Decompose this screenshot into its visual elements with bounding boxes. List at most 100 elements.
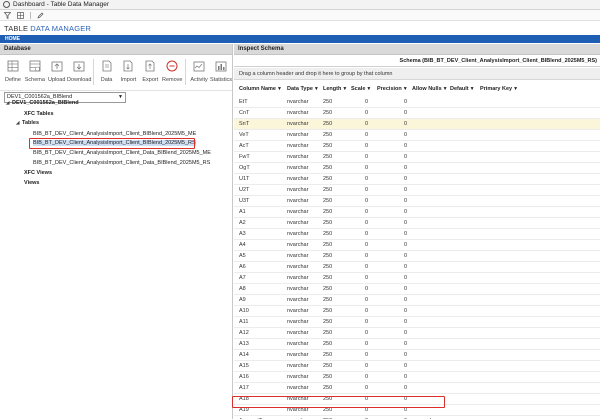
cell-name: A6 — [239, 264, 246, 270]
cell-length: 250 — [323, 286, 333, 292]
group-by-area[interactable]: Drag a column header and drop it here to… — [234, 68, 600, 80]
cell-type: nvarchar — [287, 209, 309, 215]
cell-scale: 0 — [365, 187, 369, 193]
cell-type: nvarchar — [287, 363, 309, 369]
column-header-length[interactable]: Length▼ — [323, 86, 347, 97]
tree-xfc-tables-label: XFC Tables — [24, 111, 54, 117]
edit-icon[interactable] — [37, 12, 44, 19]
filter-icon[interactable]: ▼ — [314, 86, 319, 92]
cell-precision: 0 — [404, 253, 408, 259]
table-row[interactable]: AcT nvarchar 250 0 0 — [234, 141, 600, 152]
cell-type: nvarchar — [287, 231, 309, 237]
export-button[interactable]: Export — [139, 59, 161, 83]
column-header-type[interactable]: Data Type▼ — [287, 86, 319, 97]
column-header-scale[interactable]: Scale▼ — [351, 86, 371, 97]
table-row[interactable]: A4 nvarchar 250 0 0 — [234, 240, 600, 251]
cell-name: A7 — [239, 275, 246, 281]
filter-icon[interactable]: ▼ — [470, 86, 475, 92]
filter-icon[interactable]: ▼ — [366, 86, 371, 92]
column-header-name[interactable]: Column Name▼ — [239, 86, 282, 97]
table-row[interactable]: A9 nvarchar 250 0 0 — [234, 295, 600, 306]
cell-type: nvarchar — [287, 110, 309, 116]
table-row[interactable]: A11 nvarchar 250 0 0 — [234, 317, 600, 328]
tree-tables[interactable]: ◢ Tables — [16, 120, 39, 126]
cell-scale: 0 — [365, 374, 369, 380]
remove-button[interactable]: Remove — [161, 59, 183, 83]
statistics-button[interactable]: Statistics — [210, 59, 232, 83]
column-header-precision[interactable]: Precision▼ — [377, 86, 408, 97]
ribbon-tab-bar: HOME — [0, 35, 600, 43]
table-row[interactable]: A5 nvarchar 250 0 0 — [234, 251, 600, 262]
table-row[interactable]: A2 nvarchar 250 0 0 — [234, 218, 600, 229]
table-row[interactable]: U3T nvarchar 250 0 0 — [234, 196, 600, 207]
cell-scale: 0 — [365, 154, 369, 160]
table-row[interactable]: A16 nvarchar 250 0 0 — [234, 372, 600, 383]
table-row[interactable]: CnT nvarchar 250 0 0 — [234, 108, 600, 119]
table-row[interactable]: OgT nvarchar 250 0 0 — [234, 163, 600, 174]
table-row[interactable]: A1 nvarchar 250 0 0 — [234, 207, 600, 218]
table-row[interactable]: U2T nvarchar 250 0 0 — [234, 185, 600, 196]
table-row[interactable]: A14 nvarchar 250 0 0 — [234, 350, 600, 361]
table-row[interactable]: A3 nvarchar 250 0 0 — [234, 229, 600, 240]
tree-table-item[interactable]: BIB_BT_DEV_Client_AnalysisImport_Client_… — [33, 150, 211, 156]
cell-type: nvarchar — [287, 330, 309, 336]
import-button[interactable]: Import — [118, 59, 140, 83]
tree-table-item[interactable]: BIB_BT_DEV_Client_AnalysisImport_Client_… — [33, 160, 210, 166]
activity-button[interactable]: Activity — [188, 59, 210, 83]
tab-home[interactable]: HOME — [5, 36, 20, 42]
filter-icon[interactable]: ▼ — [513, 86, 518, 92]
table-row[interactable]: A17 nvarchar 250 0 0 — [234, 383, 600, 394]
schema-button[interactable]: Schema — [24, 59, 46, 83]
cell-scale: 0 — [365, 198, 369, 204]
cell-length: 250 — [323, 341, 333, 347]
cell-precision: 0 — [404, 385, 408, 391]
column-header-label: Allow Nulls — [412, 86, 442, 92]
tree-xfc-views[interactable]: XFC Views — [24, 170, 52, 176]
filter-icon[interactable]: ▼ — [443, 86, 448, 92]
filter-icon[interactable] — [3, 11, 12, 19]
data-button[interactable]: Data — [96, 59, 118, 83]
tree-table-item[interactable]: BIB_BT_DEV_Client_AnalysisImport_Client_… — [33, 131, 196, 137]
filter-icon[interactable]: ▼ — [403, 86, 408, 92]
window-title: Dashboard - Table Data Manager — [13, 1, 109, 8]
table-row[interactable]: A10 nvarchar 250 0 0 — [234, 306, 600, 317]
download-button[interactable]: Download — [67, 59, 91, 83]
table-row[interactable]: A12 nvarchar 250 0 0 — [234, 328, 600, 339]
table-row[interactable]: EtT nvarchar 250 0 0 — [234, 97, 600, 108]
brand-part-2: DATA MANAGER — [30, 23, 92, 33]
tree-xfc-tables[interactable]: XFC Tables — [24, 111, 54, 117]
column-header-label: Default — [450, 86, 469, 92]
cell-name: A3 — [239, 231, 246, 237]
cell-name: A14 — [239, 352, 249, 358]
tree-root[interactable]: ◢ DEV1_C001562a_BIBlend — [6, 100, 79, 106]
cell-name: A9 — [239, 297, 246, 303]
column-header-primary-key[interactable]: Primary Key▼ — [480, 86, 518, 97]
column-header-default[interactable]: Default▼ — [450, 86, 475, 97]
cell-type: nvarchar — [287, 374, 309, 380]
grid-icon[interactable] — [17, 11, 24, 19]
table-row[interactable]: A6 nvarchar 250 0 0 — [234, 262, 600, 273]
cell-scale: 0 — [365, 319, 369, 325]
cell-length: 250 — [323, 110, 333, 116]
cell-scale: 0 — [365, 264, 369, 270]
table-row[interactable]: VeT nvarchar 250 0 0 — [234, 130, 600, 141]
table-row[interactable]: A8 nvarchar 250 0 0 — [234, 284, 600, 295]
table-row[interactable]: A7 nvarchar 250 0 0 — [234, 273, 600, 284]
table-row[interactable]: FwT nvarchar 250 0 0 — [234, 152, 600, 163]
table-row[interactable]: U1T nvarchar 250 0 0 — [234, 174, 600, 185]
filter-icon[interactable]: ▼ — [342, 86, 347, 92]
cell-length: 250 — [323, 99, 333, 105]
table-row[interactable]: SnT nvarchar 250 0 0 — [234, 119, 600, 130]
table-row[interactable]: A15 nvarchar 250 0 0 — [234, 361, 600, 372]
table-row[interactable]: A13 nvarchar 250 0 0 — [234, 339, 600, 350]
cell-length: 250 — [323, 297, 333, 303]
tree-views[interactable]: Views — [24, 180, 40, 186]
cell-type: nvarchar — [287, 286, 309, 292]
upload-button[interactable]: Upload — [46, 59, 68, 83]
cell-type: nvarchar — [287, 341, 309, 347]
cell-length: 250 — [323, 319, 333, 325]
filter-icon[interactable]: ▼ — [277, 86, 282, 92]
define-button[interactable]: Define — [2, 59, 24, 83]
column-header-allow-nulls[interactable]: Allow Nulls▼ — [412, 86, 448, 97]
cell-length: 250 — [323, 264, 333, 270]
